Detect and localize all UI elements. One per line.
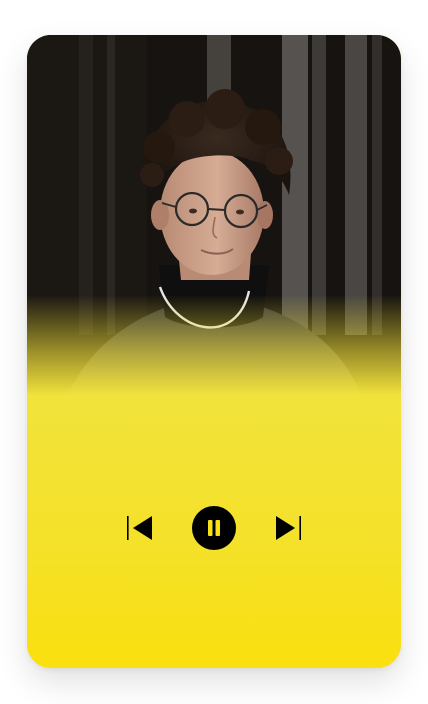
artist-photo: [27, 35, 401, 435]
pause-button[interactable]: [191, 505, 237, 551]
skip-previous-icon[interactable]: [123, 505, 157, 551]
music-player-card: [27, 35, 401, 668]
playback-controls: [27, 505, 401, 551]
page: [0, 0, 428, 704]
pause-icon: [208, 520, 213, 536]
skip-next-icon[interactable]: [271, 505, 305, 551]
